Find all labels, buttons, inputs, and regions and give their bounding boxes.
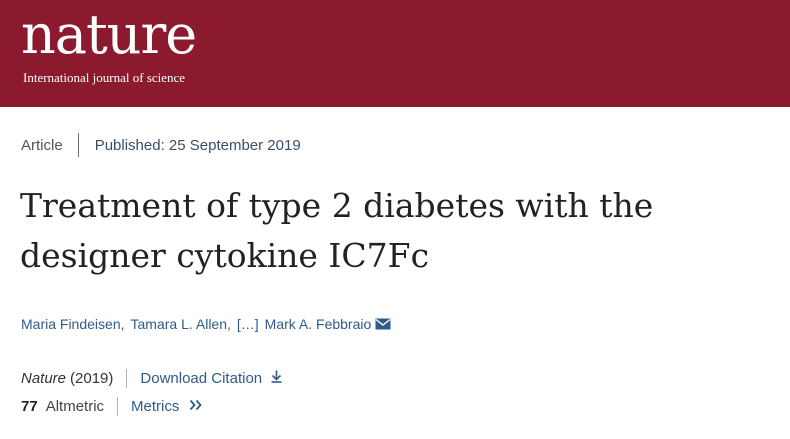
metrics-row: 77 Altmetric Metrics <box>21 396 203 416</box>
meta-divider <box>77 133 79 157</box>
metrics-label: Metrics <box>131 397 180 415</box>
altmetric-count: 77 <box>21 397 38 415</box>
double-chevron-right-icon <box>189 399 202 410</box>
author-link[interactable]: Mark A. Febbraio <box>265 316 372 332</box>
author-link[interactable]: Tamara L. Allen, <box>131 316 231 332</box>
site-header: nature International journal of science <box>0 0 790 107</box>
nature-logo[interactable]: nature <box>21 3 197 67</box>
altmetric-label: Altmetric <box>45 397 105 415</box>
download-citation-link[interactable]: Download Citation <box>140 370 282 387</box>
published-date: Published: 25 September 2019 <box>94 136 301 154</box>
journal-name: Nature <box>21 369 67 387</box>
divider <box>126 368 128 388</box>
citation-row: Nature (2019) Download Citation <box>21 368 282 388</box>
article-meta: Article Published: 25 September 2019 <box>21 133 301 157</box>
publication-year: (2019) <box>70 369 114 387</box>
download-citation-label: Download Citation <box>140 369 263 387</box>
logo-tagline: International journal of science <box>23 70 186 85</box>
metrics-link[interactable]: Metrics <box>131 398 203 415</box>
divider <box>117 396 119 416</box>
article-type: Article <box>21 136 63 154</box>
author-list: Maria Findeisen, Tamara L. Allen, […] Ma… <box>21 316 391 332</box>
expand-authors-button[interactable]: […] <box>237 316 259 332</box>
article-title: Treatment of type 2 diabetes with the de… <box>20 181 780 281</box>
article-title-line-1: Treatment of type 2 diabetes with the <box>20 186 654 225</box>
download-arrow-icon <box>271 370 282 383</box>
envelope-icon[interactable] <box>375 318 391 330</box>
article-title-line-2: designer cytokine IC7Fc <box>20 236 430 275</box>
author-link[interactable]: Maria Findeisen, <box>21 316 125 332</box>
